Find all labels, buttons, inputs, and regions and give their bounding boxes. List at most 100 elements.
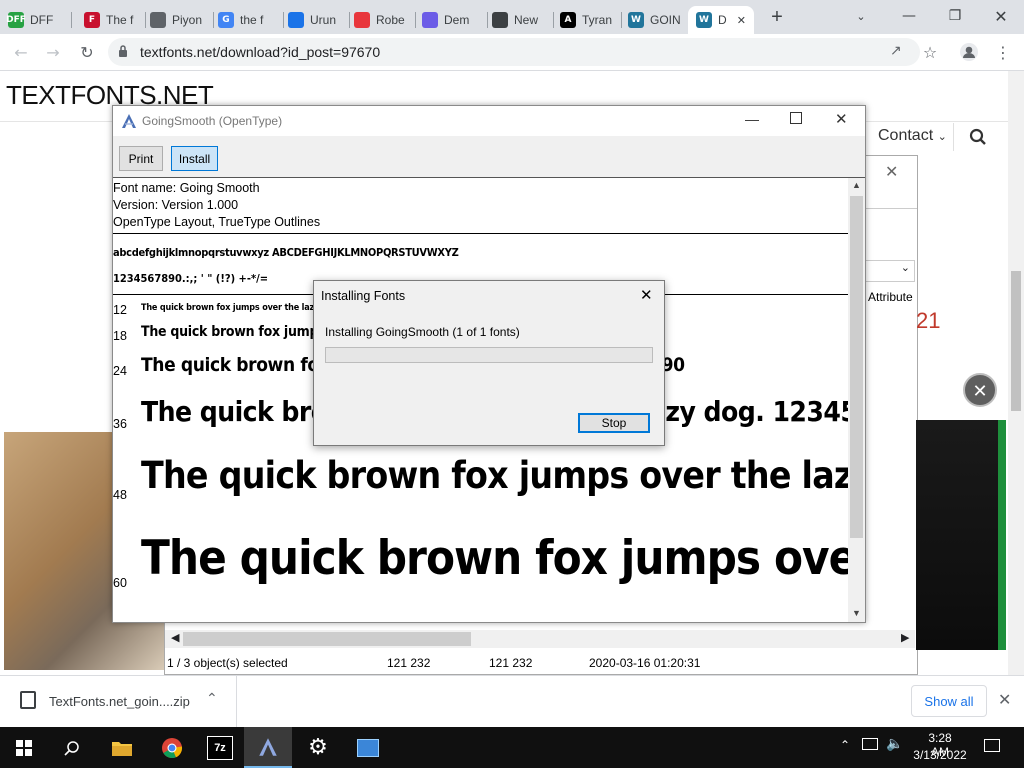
font-app-icon [121, 113, 137, 132]
horizontal-scrollbar[interactable]: ◀ ▶ [165, 630, 915, 648]
tab-favicon-icon [422, 12, 438, 28]
browser-tab[interactable]: W GOIN [620, 6, 688, 34]
address-bar[interactable]: textfonts.net/download?id_post=97670 ↗ [108, 38, 920, 66]
archive-header-line [865, 208, 917, 209]
browser-tab[interactable]: W D ✕ [688, 6, 754, 34]
charset-lowercase: abcdefghijklmnopqrstuvwxyz ABCDEFGHIJKLM… [113, 246, 459, 259]
tab-title: The f [106, 13, 134, 27]
page-scrollbar[interactable] [1008, 71, 1024, 675]
tab-favicon-icon: W [696, 12, 712, 28]
fv-maximize-icon[interactable] [790, 112, 802, 124]
download-file-name: TextFonts.net_goin....zip [49, 694, 190, 709]
tab-favicon-icon [354, 12, 370, 28]
font-viewer-toolbar: Print Install [113, 136, 865, 178]
minimize-icon[interactable]: — [886, 0, 932, 32]
browser-tab[interactable]: Robe [346, 6, 412, 34]
hscroll-thumb[interactable] [183, 632, 471, 646]
forward-icon[interactable]: → [40, 39, 66, 65]
download-options-icon[interactable]: ⌃ [206, 690, 218, 707]
fv-minimize-icon[interactable]: — [745, 111, 759, 127]
vscroll-up-arrow[interactable]: ▲ [852, 180, 861, 190]
nav-contact-label: Contact [878, 127, 934, 144]
tab-search-icon[interactable]: ⌄ [838, 0, 884, 32]
file-explorer-icon[interactable] [98, 727, 146, 768]
url-text: textfonts.net/download?id_post=97670 [140, 44, 381, 60]
browser-tab[interactable]: Gthe f [210, 6, 280, 34]
browser-tab[interactable]: DFF DFF [0, 6, 68, 34]
close-tab-icon[interactable]: ✕ [737, 14, 746, 27]
install-progress-bar [325, 347, 653, 363]
chevron-down-icon: ⌄ [937, 131, 947, 143]
browser-tab[interactable]: Piyon [142, 6, 210, 34]
hscroll-left-arrow[interactable]: ◀ [171, 631, 179, 644]
tray-chevron-icon[interactable]: ⌃ [840, 738, 850, 752]
status-date: 2020-03-16 01:20:31 [589, 656, 701, 670]
clock-date[interactable]: 3/13/2022 [912, 748, 968, 762]
tab-favicon-icon [150, 12, 166, 28]
install-button[interactable]: Install [171, 146, 218, 171]
font-name: Font name: Going Smooth [113, 181, 260, 195]
scrollbar-thumb[interactable] [1011, 271, 1021, 411]
profile-icon[interactable] [956, 39, 982, 65]
tab-title: D [718, 13, 727, 27]
sample-text-48: The quick brown fox jumps over the lazy … [141, 454, 848, 497]
restore-icon[interactable]: ❐ [932, 0, 978, 32]
settings-gear-icon[interactable]: ⚙ [294, 727, 342, 768]
start-windows-icon[interactable] [0, 727, 48, 768]
fv-vertical-scrollbar[interactable]: ▲ ▼ [848, 178, 865, 622]
browser-toolbar: ← → ↻ textfonts.net/download?id_post=976… [0, 34, 1024, 71]
stop-button[interactable]: Stop [578, 413, 650, 433]
font-version: Version: Version 1.000 [113, 198, 239, 212]
new-tab-button[interactable]: + [765, 5, 789, 29]
tab-title: DFF [30, 13, 54, 27]
installing-fonts-dialog: Installing Fonts ✕ Installing GoingSmoot… [313, 280, 665, 446]
browser-tab[interactable]: Dem [414, 6, 484, 34]
chrome-icon[interactable] [148, 727, 196, 768]
browser-tab[interactable]: New [484, 6, 550, 34]
close-window-icon[interactable]: ✕ [978, 0, 1024, 32]
archive-dropdown[interactable]: ⌄ [865, 260, 915, 282]
network-icon[interactable] [862, 738, 878, 750]
reload-icon[interactable]: ↻ [74, 39, 100, 65]
share-icon[interactable]: ↗ [890, 42, 902, 59]
volume-icon[interactable]: 🔈 [886, 736, 903, 752]
archive-close-icon[interactable]: ✕ [885, 162, 898, 181]
menu-icon[interactable]: ⋮ [990, 39, 1016, 65]
sample-size-12: 12 [113, 303, 127, 317]
search-icon[interactable] [48, 727, 96, 768]
tab-title: Robe [376, 13, 405, 27]
back-icon[interactable]: ← [8, 39, 34, 65]
browser-tab[interactable]: A Tyran [552, 6, 618, 34]
7zip-icon[interactable]: 7z [196, 727, 244, 768]
dialog-close-icon[interactable]: ✕ [640, 286, 653, 304]
browser-tab[interactable]: Urun [280, 6, 346, 34]
sample-text-60: The quick brown fox jumps over the lazy … [141, 531, 848, 586]
vscroll-down-arrow[interactable]: ▼ [852, 608, 861, 618]
sample-size-48: 48 [113, 488, 127, 502]
site-search-icon[interactable] [969, 128, 987, 149]
hscroll-right-arrow[interactable]: ▶ [901, 631, 909, 644]
download-item[interactable]: TextFonts.net_goin....zip ⌃ [0, 676, 237, 728]
tab-strip: DFF DFF F The f Piyon Gthe f Urun Robe Dem New A Ty… [0, 0, 1024, 34]
attribute-column-header[interactable]: Attribute [868, 290, 913, 304]
show-all-button[interactable]: Show all [911, 685, 987, 717]
notifications-icon[interactable] [984, 739, 1000, 752]
info-divider [113, 233, 848, 234]
download-bar-close-icon[interactable]: ✕ [998, 690, 1011, 709]
taskbar: 7z ⚙ ⌃ 🔈 3:28 AM 3/13/2022 [0, 727, 1024, 768]
fv-close-icon[interactable]: ✕ [835, 110, 848, 128]
ad-close-button[interactable]: ✕ [963, 373, 997, 407]
sample-size-24: 24 [113, 364, 127, 378]
tab-title: New [514, 13, 539, 27]
browser-tab[interactable]: F The f [76, 6, 142, 34]
control-panel-icon[interactable] [344, 727, 392, 768]
tab-favicon-icon: F [84, 12, 100, 28]
vscroll-thumb[interactable] [850, 196, 863, 538]
print-button[interactable]: Print [119, 146, 163, 171]
tab-title: Tyran [582, 13, 613, 27]
tab-favicon-icon: G [218, 12, 234, 28]
font-viewer-taskbar-icon[interactable] [244, 727, 292, 768]
bookmark-star-icon[interactable]: ☆ [917, 39, 943, 65]
tab-title: the f [240, 13, 264, 27]
nav-contact[interactable]: Contact ⌄ [878, 127, 947, 145]
